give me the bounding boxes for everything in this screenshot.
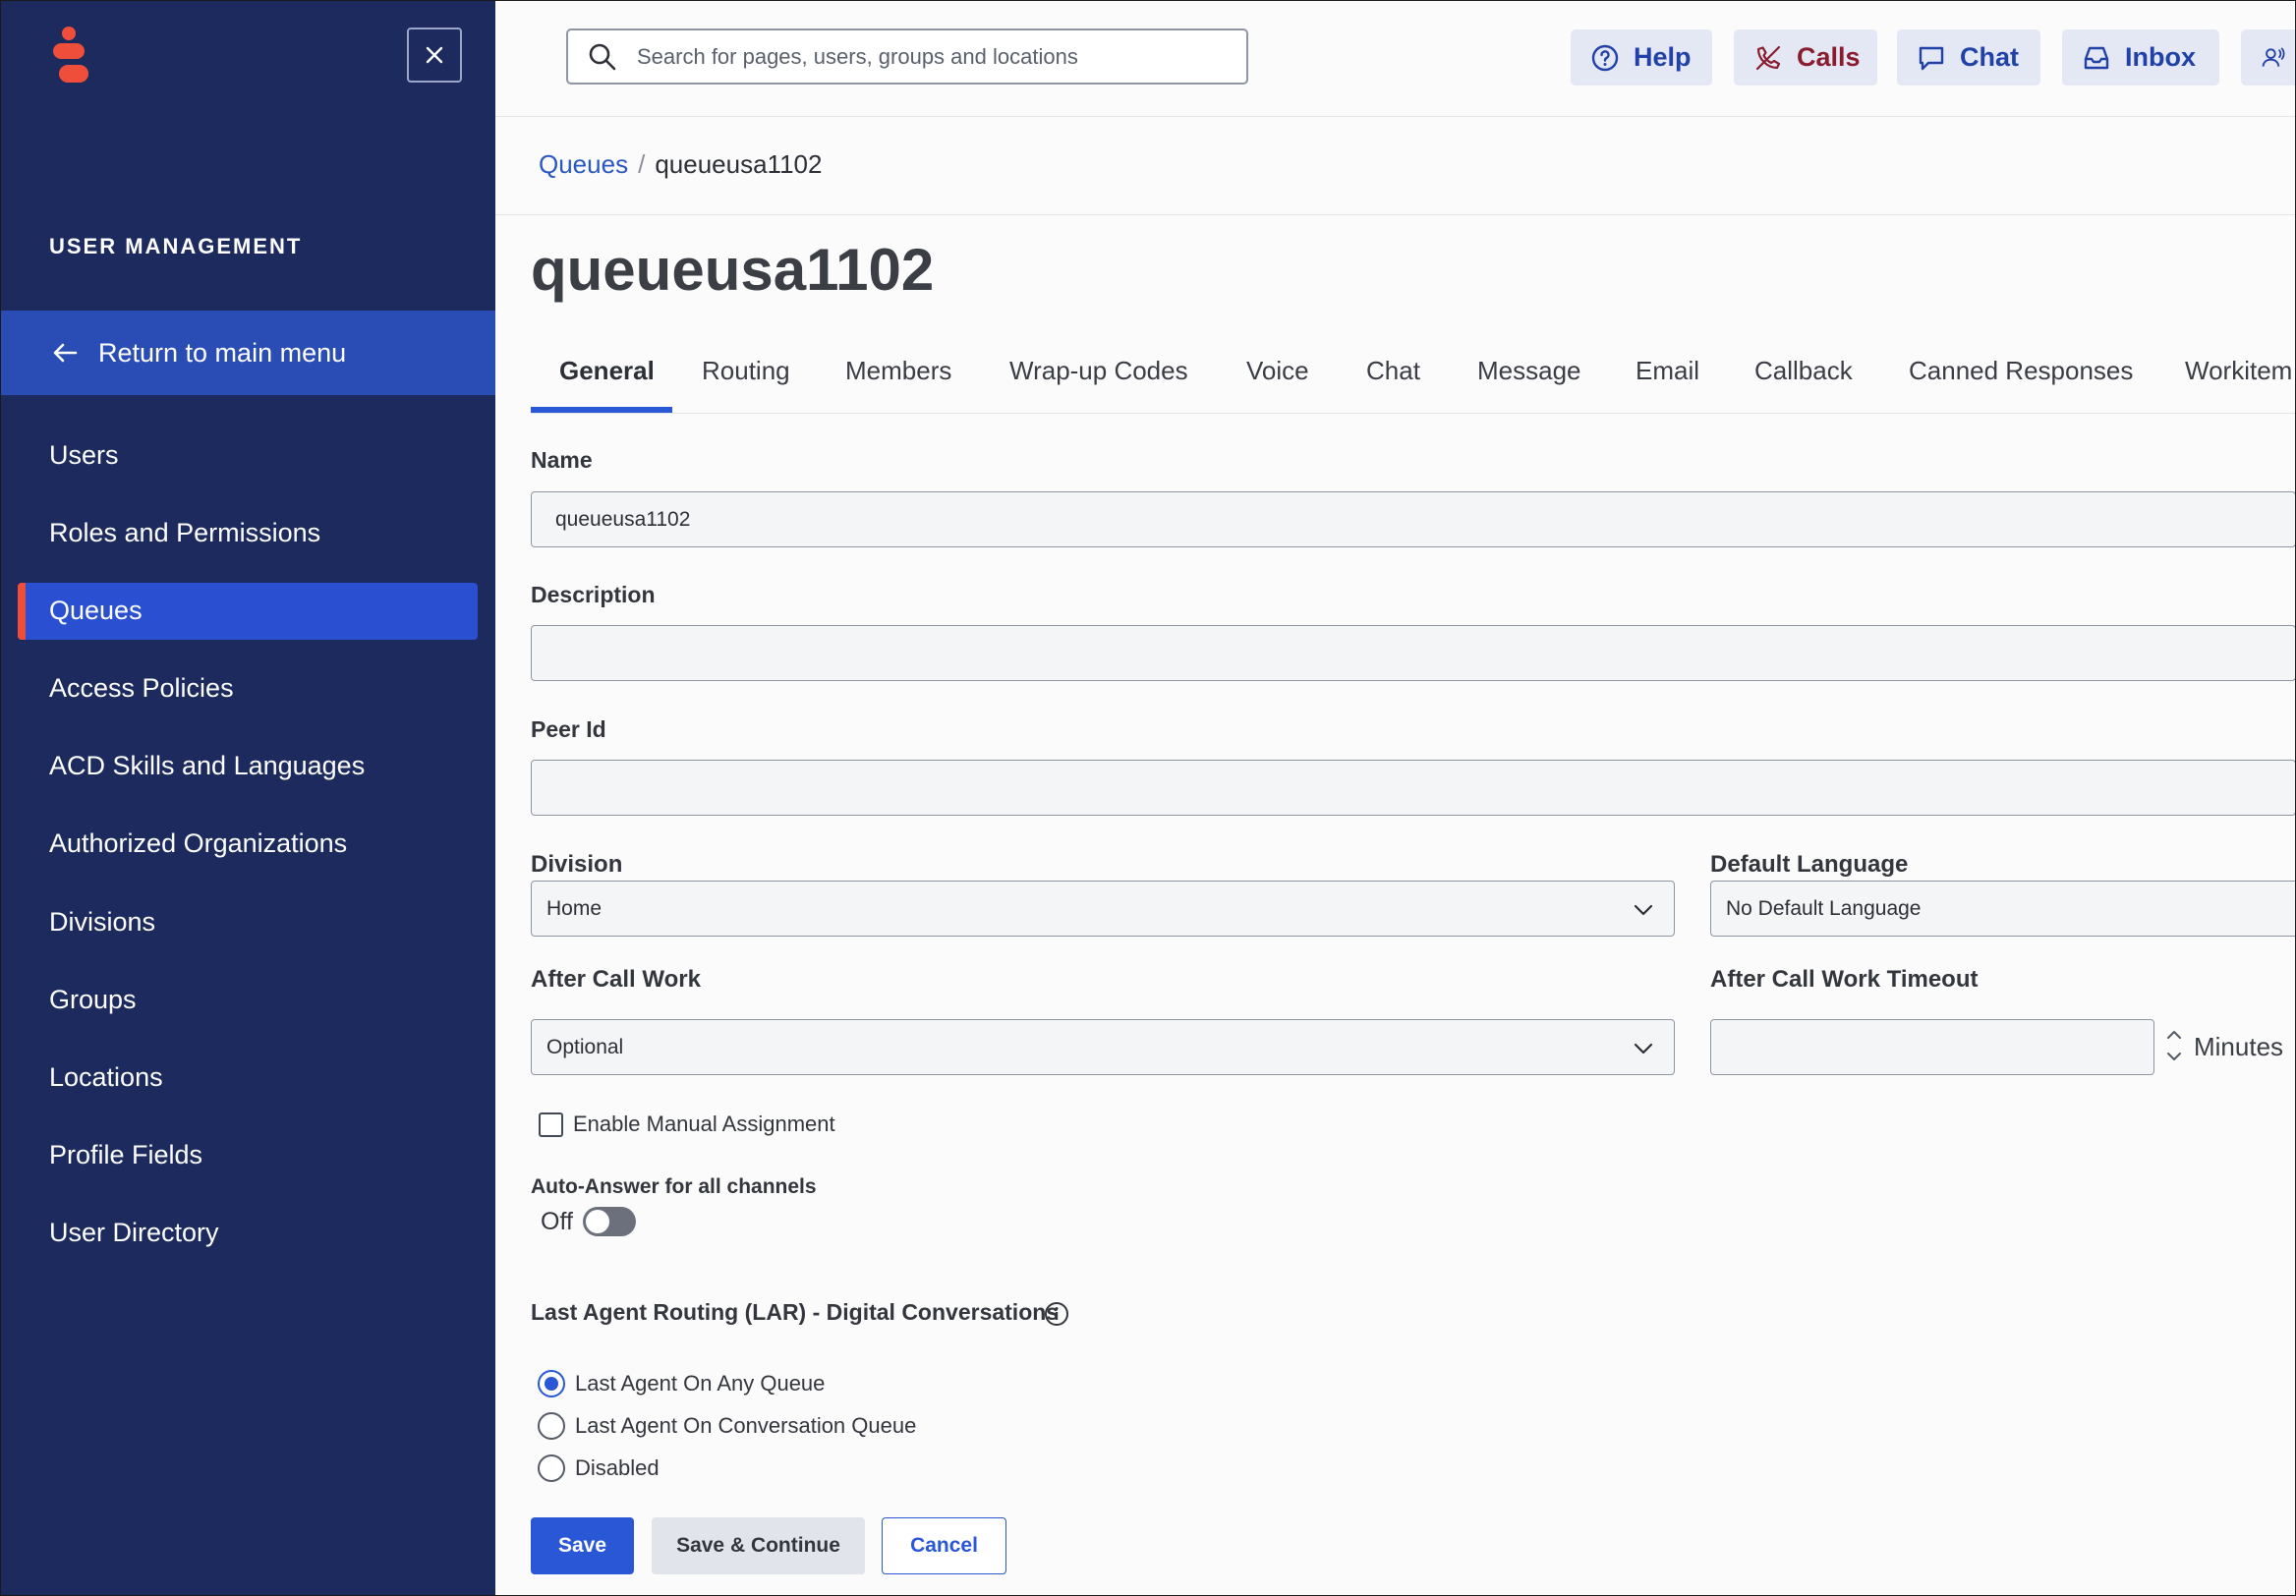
search-box[interactable] xyxy=(566,28,1248,85)
auto-answer-toggle[interactable] xyxy=(582,1207,636,1236)
after-call-work-select[interactable]: Optional xyxy=(531,1019,1675,1075)
return-to-main-menu[interactable]: Return to main menu xyxy=(0,311,495,395)
sidebar-item-divisions[interactable]: Divisions xyxy=(49,907,155,938)
active-tab-indicator xyxy=(531,407,672,413)
close-icon xyxy=(426,46,443,64)
sidebar-item-authorized-orgs[interactable]: Authorized Organizations xyxy=(49,828,347,859)
sidebar-item-groups[interactable]: Groups xyxy=(49,985,137,1015)
nav-active-indicator xyxy=(18,583,26,640)
radio-any-queue[interactable] xyxy=(538,1370,565,1397)
help-icon xyxy=(1591,44,1619,71)
sidebar-item-roles[interactable]: Roles and Permissions xyxy=(49,518,320,548)
manual-assignment-label: Enable Manual Assignment xyxy=(573,1112,835,1136)
after-call-work-label: After Call Work xyxy=(531,966,701,993)
default-language-select[interactable]: No Default Language xyxy=(1710,881,2296,937)
chat-button[interactable]: Chat xyxy=(1897,29,2040,86)
division-select[interactable]: Home xyxy=(531,881,1675,937)
close-sidebar-button[interactable] xyxy=(407,28,462,83)
tab-members[interactable]: Members xyxy=(845,356,951,386)
number-stepper-icon[interactable] xyxy=(2164,1026,2184,1065)
arrow-left-icon xyxy=(53,343,78,363)
return-label: Return to main menu xyxy=(98,337,347,368)
tab-routing[interactable]: Routing xyxy=(702,356,790,386)
save-button[interactable]: Save xyxy=(531,1517,634,1574)
inbox-label: Inbox xyxy=(2125,42,2196,72)
sidebar-item-locations[interactable]: Locations xyxy=(49,1062,163,1093)
lar-option-label: Disabled xyxy=(575,1455,660,1480)
search-icon xyxy=(589,43,616,70)
sidebar-item-user-directory[interactable]: User Directory xyxy=(49,1218,219,1248)
radio-conversation-queue[interactable] xyxy=(538,1412,565,1440)
sidebar: USER MANAGEMENT Return to main menu User… xyxy=(0,0,495,1596)
peer-id-input[interactable] xyxy=(531,760,2296,816)
sidebar-item-users[interactable]: Users xyxy=(49,440,119,471)
name-input[interactable] xyxy=(531,491,2296,547)
genesys-logo-icon xyxy=(53,27,88,83)
peer-id-label: Peer Id xyxy=(531,716,606,742)
lar-option-conversation-queue[interactable]: Last Agent On Conversation Queue xyxy=(538,1412,916,1440)
sidebar-item-acd-skills[interactable]: ACD Skills and Languages xyxy=(49,751,365,781)
tab-callback[interactable]: Callback xyxy=(1754,356,1853,386)
tab-email[interactable]: Email xyxy=(1636,356,1699,386)
chevron-down-icon xyxy=(1634,904,1653,916)
search-input[interactable] xyxy=(635,42,1209,71)
calls-button[interactable]: Calls xyxy=(1734,29,1877,86)
chevron-down-icon xyxy=(1634,1043,1653,1054)
cancel-button[interactable]: Cancel xyxy=(882,1517,1006,1574)
user-voice-icon xyxy=(2262,47,2285,67)
tab-canned-responses[interactable]: Canned Responses xyxy=(1909,356,2133,386)
lar-option-disabled[interactable]: Disabled xyxy=(538,1454,660,1482)
divider xyxy=(495,214,2296,215)
top-bar: Help Calls Chat Inbox xyxy=(495,0,2296,117)
chat-icon xyxy=(1919,46,1944,70)
page-title: queueusa1102 xyxy=(531,237,935,303)
tab-general[interactable]: General xyxy=(559,356,655,386)
calls-label: Calls xyxy=(1797,42,1861,72)
inbox-button[interactable]: Inbox xyxy=(2062,29,2219,86)
default-language-value: No Default Language xyxy=(1726,896,1922,920)
lar-option-label: Last Agent On Any Queue xyxy=(575,1371,826,1396)
after-call-work-value: Optional xyxy=(546,1035,624,1058)
division-value: Home xyxy=(546,896,603,920)
breadcrumb-separator: / xyxy=(638,149,646,179)
tab-voice[interactable]: Voice xyxy=(1246,356,1309,386)
breadcrumb: Queues / queueusa1102 xyxy=(539,149,822,180)
section-title: USER MANAGEMENT xyxy=(49,234,303,258)
manual-assignment-row[interactable]: Enable Manual Assignment xyxy=(539,1112,835,1137)
lar-option-label: Last Agent On Conversation Queue xyxy=(575,1413,917,1438)
radio-disabled[interactable] xyxy=(538,1454,565,1482)
tab-chat[interactable]: Chat xyxy=(1366,356,1420,386)
help-button[interactable]: Help xyxy=(1571,29,1712,86)
auto-answer-label: Auto-Answer for all channels xyxy=(531,1175,817,1198)
sidebar-item-access-policies[interactable]: Access Policies xyxy=(49,673,234,704)
breadcrumb-current: queueusa1102 xyxy=(655,149,823,179)
lar-label: Last Agent Routing (LAR) - Digital Conve… xyxy=(531,1299,1060,1325)
tab-wrap-up-codes[interactable]: Wrap-up Codes xyxy=(1009,356,1188,386)
user-status-button[interactable] xyxy=(2241,29,2296,86)
auto-answer-toggle-row: Off xyxy=(541,1207,636,1236)
timeout-unit-label: Minutes xyxy=(2194,1032,2284,1061)
tab-message[interactable]: Message xyxy=(1477,356,1581,386)
description-label: Description xyxy=(531,582,656,607)
after-call-work-timeout-input[interactable] xyxy=(1710,1019,2154,1075)
description-input[interactable] xyxy=(531,625,2296,681)
after-call-work-timeout-label: After Call Work Timeout xyxy=(1710,966,1979,993)
auto-answer-state: Off xyxy=(541,1207,573,1235)
tab-bar: General Routing Members Wrap-up Codes Vo… xyxy=(531,350,2296,414)
name-label: Name xyxy=(531,447,593,473)
inbox-icon xyxy=(2084,46,2109,69)
help-label: Help xyxy=(1634,42,1692,72)
save-continue-button[interactable]: Save & Continue xyxy=(652,1517,865,1574)
tab-workitem[interactable]: Workitem xyxy=(2185,356,2292,386)
default-language-label: Default Language xyxy=(1710,851,1909,878)
breadcrumb-queues-link[interactable]: Queues xyxy=(539,149,628,179)
division-label: Division xyxy=(531,851,623,878)
sidebar-item-profile-fields[interactable]: Profile Fields xyxy=(49,1140,202,1170)
lar-option-any-queue[interactable]: Last Agent On Any Queue xyxy=(538,1370,825,1397)
phone-missed-icon xyxy=(1755,45,1781,70)
manual-assignment-checkbox[interactable] xyxy=(539,1112,563,1137)
info-icon[interactable] xyxy=(1044,1301,1069,1327)
chat-label: Chat xyxy=(1960,42,2019,72)
sidebar-item-queues[interactable]: Queues xyxy=(49,596,143,626)
